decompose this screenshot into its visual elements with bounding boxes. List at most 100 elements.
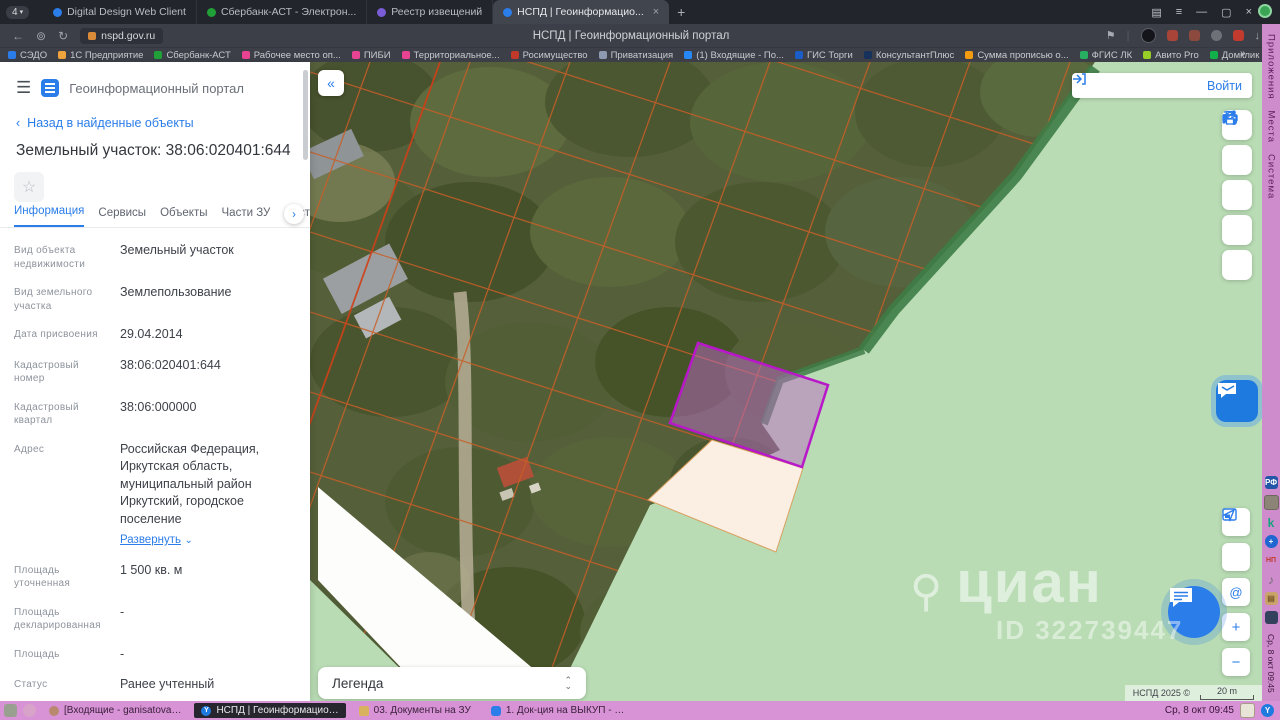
tab-information[interactable]: Информация bbox=[14, 205, 85, 227]
zoom-out-button[interactable]: − bbox=[1222, 648, 1250, 676]
print-button[interactable] bbox=[1222, 110, 1252, 280]
bookmark-item[interactable]: КонсультантПлюс bbox=[863, 50, 954, 61]
bookmark-item[interactable]: Территориальное... bbox=[401, 50, 500, 61]
browser-menu-icon[interactable]: ≡ bbox=[1176, 6, 1182, 18]
bookmark-label: СЭДО bbox=[20, 49, 48, 61]
tab-close-icon[interactable]: × bbox=[653, 6, 659, 18]
shield-icon[interactable] bbox=[23, 704, 36, 717]
select-area-button[interactable] bbox=[1222, 110, 1252, 210]
bookmark-item[interactable]: ГИС Торги bbox=[794, 50, 853, 61]
close-button[interactable]: × bbox=[1246, 6, 1252, 18]
attribute-value: 38:06:000000 bbox=[120, 399, 197, 414]
attribute-value: 29.04.2014 bbox=[120, 327, 183, 341]
extension-face-icon[interactable] bbox=[1210, 30, 1222, 41]
reload-icon[interactable]: ↻ bbox=[58, 29, 68, 43]
bookmark-item[interactable]: Рабочее место оп... bbox=[241, 50, 341, 61]
address-bar[interactable]: nspd.gov.ru bbox=[80, 27, 164, 44]
back-chevron-icon: ‹ bbox=[16, 116, 21, 130]
expand-address-link[interactable]: Развернуть bbox=[120, 534, 181, 546]
legend-toggle[interactable]: Легенда ⌃ ⌄ bbox=[318, 667, 586, 699]
bookmark-item[interactable]: Росимущество bbox=[510, 49, 588, 61]
bookmark-favicon-icon bbox=[684, 51, 693, 59]
ruler-button[interactable] bbox=[1222, 114, 1252, 175]
taskbar-clock[interactable]: Ср, 8 окт 09:45 bbox=[1165, 705, 1234, 716]
task-nspd-window-active[interactable]: Y НСПД | Геоинформацио… bbox=[194, 703, 346, 718]
clipboard-icon[interactable]: ▤ bbox=[1264, 592, 1278, 606]
map-canvas[interactable]: « Войти @ + − ⚲ циан ID 322739447 Легенд… bbox=[310, 62, 1262, 701]
adguard-icon[interactable] bbox=[1232, 30, 1244, 41]
coordinate-search-button[interactable]: @ bbox=[1222, 578, 1250, 606]
bookmark-item[interactable]: ПИБИ bbox=[351, 50, 391, 61]
back-icon[interactable]: ← bbox=[12, 29, 24, 43]
bookmark-item[interactable]: Сбербанк-АСТ bbox=[154, 50, 231, 61]
bookmark-item[interactable]: СЭДО bbox=[8, 50, 47, 61]
bookmark-flag-icon[interactable]: ⚑ bbox=[1106, 29, 1116, 42]
bookmark-item[interactable]: Домклик bbox=[1209, 50, 1259, 61]
task-folder-window[interactable]: 03. Документы на ЗУ bbox=[352, 703, 478, 718]
accessibility-icon[interactable]: + bbox=[1264, 535, 1278, 549]
minimize-button[interactable]: — bbox=[1196, 6, 1207, 18]
maximize-button[interactable]: ▢ bbox=[1221, 6, 1231, 19]
portal-title: Геоинформационный портал bbox=[69, 80, 244, 96]
protect-icon[interactable]: ⊚ bbox=[36, 29, 46, 43]
bookmark-item[interactable]: Сумма прописью о... bbox=[965, 50, 1069, 61]
browser-tab-2[interactable]: Сбербанк-АСТ - Электрон... bbox=[197, 0, 368, 24]
monitors-icon[interactable] bbox=[1264, 611, 1278, 625]
share-button[interactable] bbox=[1222, 111, 1252, 245]
screenshot-thumbnail-icon[interactable] bbox=[1263, 495, 1279, 511]
panel-app-icon[interactable] bbox=[1258, 4, 1272, 18]
browser-tab-1[interactable]: Digital Design Web Client bbox=[43, 0, 197, 24]
back-to-results-link[interactable]: ‹ Назад в найденные объекты bbox=[0, 106, 310, 134]
task-document-window[interactable]: 1. Док-ция на ВЫКУП - … bbox=[484, 703, 632, 718]
tab-title: НСПД | Геоинформацио... bbox=[517, 6, 644, 18]
window-controls: ▤ ≡ — ▢ × bbox=[1151, 0, 1252, 24]
volume-icon[interactable]: ♪ bbox=[1265, 573, 1278, 586]
favorite-star-button[interactable]: ☆ bbox=[14, 172, 44, 202]
tab-services[interactable]: Сервисы bbox=[98, 207, 146, 227]
extension-icon[interactable] bbox=[1188, 30, 1200, 41]
tab-panel-icon[interactable]: ▤ bbox=[1151, 6, 1161, 19]
zoom-in-button[interactable]: + bbox=[1222, 613, 1250, 641]
back-link-label: Назад в найденные объекты bbox=[27, 116, 194, 130]
download-icon[interactable]: ↓ bbox=[1255, 30, 1261, 42]
bookmark-item[interactable]: Приватизация bbox=[598, 50, 673, 61]
cian-pin-icon: ⚲ bbox=[910, 567, 943, 616]
hamburger-menu-icon[interactable]: ☰ bbox=[16, 78, 31, 98]
panel-scrollbar[interactable] bbox=[303, 70, 308, 160]
profile-avatar[interactable] bbox=[1140, 28, 1156, 43]
bookmark-favicon-icon bbox=[8, 51, 16, 59]
login-button[interactable]: Войти bbox=[1072, 73, 1252, 98]
messenger-widget-button[interactable] bbox=[1216, 380, 1258, 422]
keepass-icon[interactable]: k bbox=[1265, 516, 1278, 529]
attribute-list: Вид объекта недвижимости Земельный участ… bbox=[0, 228, 310, 701]
new-tab-button[interactable]: + bbox=[677, 4, 685, 20]
bookmark-item[interactable]: (1) Входящие - По... bbox=[684, 50, 784, 61]
tab-title: Digital Design Web Client bbox=[67, 6, 186, 18]
task-mail-window[interactable]: [Входящие - ganisatova… bbox=[42, 703, 188, 718]
calendar-icon[interactable] bbox=[1240, 703, 1255, 718]
vertical-clock[interactable]: Ср, 8 окт 09:45 bbox=[1266, 634, 1276, 693]
russia-emblem-icon[interactable]: РФ bbox=[1264, 476, 1278, 490]
extension-icon[interactable] bbox=[1166, 30, 1178, 41]
tabs-next-button[interactable]: › bbox=[284, 204, 304, 224]
bookmark-favicon-icon bbox=[58, 51, 67, 59]
legend-label: Легенда bbox=[332, 675, 384, 691]
yandex-browser-icon: Y bbox=[201, 705, 212, 716]
collapse-panel-button[interactable]: « bbox=[318, 70, 344, 96]
yandex-taskbar-icon[interactable]: Y bbox=[1261, 704, 1274, 717]
np-tray-icon[interactable]: НП bbox=[1265, 554, 1278, 567]
tab-parts[interactable]: Части ЗУ bbox=[222, 207, 271, 227]
bookmark-label: (1) Входящие - По... bbox=[696, 49, 784, 61]
bookmark-label: Росимущество bbox=[522, 49, 588, 61]
image-viewer-icon[interactable] bbox=[4, 704, 17, 717]
overview-map-button[interactable] bbox=[1222, 508, 1250, 571]
desktop-menu-vertical[interactable]: Приложения Места Система bbox=[1266, 34, 1277, 199]
tab-objects[interactable]: Объекты bbox=[160, 207, 207, 227]
bookmark-item[interactable]: 1С Предприятие bbox=[58, 50, 143, 61]
tab-counter[interactable]: 4 ▾ bbox=[6, 5, 30, 19]
bookmark-item[interactable]: ФГИС ЛК bbox=[1079, 50, 1132, 61]
bookmark-item[interactable]: Авито Pro bbox=[1143, 50, 1199, 61]
browser-tab-3[interactable]: Реестр извещений bbox=[367, 0, 494, 24]
browser-tab-4-active[interactable]: НСПД | Геоинформацио... × bbox=[493, 0, 670, 24]
bookmarks-overflow-icon[interactable]: » bbox=[1240, 48, 1246, 59]
